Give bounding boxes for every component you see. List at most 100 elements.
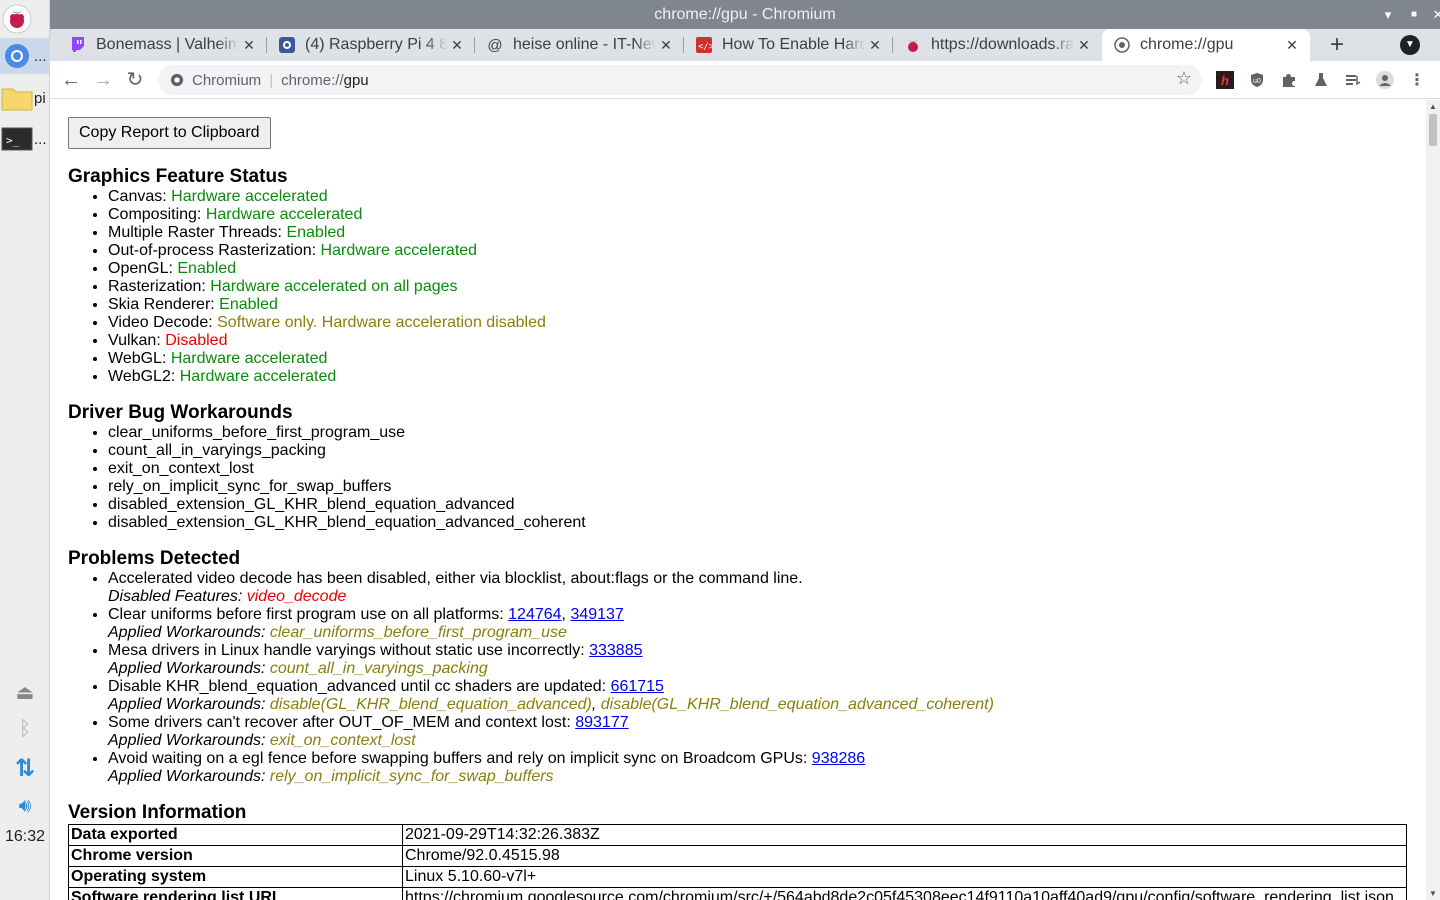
bug-link[interactable]: 333885	[589, 642, 642, 659]
minimize-button[interactable]: ▾	[1376, 0, 1400, 29]
tab-heise[interactable]: @ heise online - IT-News ✕	[475, 29, 684, 61]
problem-sub-value: video_decode	[246, 588, 347, 605]
svg-text:u0: u0	[1253, 78, 1261, 85]
problem-sub-value: rely_on_implicit_sync_for_swap_buffers	[269, 768, 554, 785]
taskbar: ... pi >_ ... ⏏ ᛒ ⇅ 🔊︎ 16:32	[0, 0, 50, 900]
globe-icon	[1114, 37, 1130, 53]
bluetooth-icon[interactable]: ᛒ	[0, 713, 50, 745]
code-icon: </>	[696, 37, 712, 53]
eject-icon[interactable]: ⏏	[0, 676, 50, 708]
taskbar-item-file-manager[interactable]: pi	[0, 80, 50, 116]
forward-icon[interactable]: →	[88, 65, 118, 95]
tab-close-icon[interactable]: ✕	[865, 37, 885, 54]
clock[interactable]: 16:32	[0, 828, 50, 846]
problem-item: Avoid waiting on a egl fence before swap…	[108, 750, 994, 786]
feature-value: Hardware accelerated	[179, 368, 337, 385]
problem-text: Mesa drivers in Linux handle varyings wi…	[108, 642, 590, 659]
scroll-up-icon[interactable]: ▲	[1426, 102, 1440, 111]
feature-value: Enabled	[177, 260, 237, 277]
window-titlebar[interactable]: chrome://gpu - Chromium ▾ ■ ✕	[50, 0, 1440, 29]
tab-how-to-enable[interactable]: </> How To Enable Hardware ✕	[684, 29, 893, 61]
tab-title: (4) Raspberry Pi 4 8GB	[305, 36, 447, 53]
problem-text: Accelerated video decode has been disabl…	[108, 570, 803, 587]
page-scrollbar[interactable]: ▲ ▼	[1426, 100, 1440, 900]
bug-link[interactable]: 938286	[812, 750, 865, 767]
taskbar-item-label: ...	[34, 47, 47, 65]
tab-close-icon[interactable]: ✕	[656, 37, 676, 54]
taskbar-item-label: ...	[34, 130, 47, 148]
feature-label: Out-of-process Rasterization:	[108, 242, 321, 259]
media-queue-icon[interactable]	[1344, 71, 1362, 89]
tab-chrome-gpu[interactable]: chrome://gpu ✕	[1102, 29, 1310, 61]
reload-icon[interactable]: ↻	[120, 65, 150, 95]
twitch-icon	[70, 37, 86, 53]
raspberry-menu-button[interactable]	[0, 1, 50, 37]
tab-bonemass[interactable]: Bonemass | Valheim Wiki ✕	[58, 29, 267, 61]
browser-toolbar: ← → ↻ Chromium | chrome://gpu ☆ h u0 ⋮	[50, 61, 1440, 99]
version-row: Operating system Linux 5.10.60-v7l+	[68, 866, 1407, 888]
profile-avatar-icon[interactable]	[1376, 71, 1394, 89]
workarounds-list: clear_uniforms_before_first_program_usec…	[108, 424, 586, 532]
maximize-button[interactable]: ■	[1402, 0, 1426, 29]
version-key: Software rendering list URL	[68, 887, 403, 900]
feature-status-item: WebGL: Hardware accelerated	[108, 350, 546, 368]
taskbar-item-terminal[interactable]: >_ ...	[0, 121, 50, 157]
tab-close-icon[interactable]: ✕	[1282, 37, 1302, 54]
bug-link[interactable]: 124764	[508, 606, 561, 623]
back-icon[interactable]: ←	[56, 65, 86, 95]
new-tab-button[interactable]: +	[1322, 29, 1352, 61]
bookmark-star-icon[interactable]: ☆	[1176, 68, 1192, 89]
feature-value: Hardware accelerated	[171, 188, 328, 205]
problem-item: Accelerated video decode has been disabl…	[108, 570, 994, 606]
tab-close-icon[interactable]: ✕	[1074, 37, 1094, 54]
taskbar-item-chromium[interactable]: ...	[0, 38, 50, 74]
feature-status-item: Canvas: Hardware accelerated	[108, 188, 546, 206]
problem-sub-label: Applied Workarounds:	[108, 696, 270, 713]
problem-text: Some drivers can't recover after OUT_OF_…	[108, 714, 576, 731]
feature-label: Rasterization:	[108, 278, 211, 295]
svg-text:>_: >_	[6, 134, 20, 147]
copy-report-button[interactable]: Copy Report to Clipboard	[68, 117, 271, 149]
omnibox-host: gpu	[343, 71, 369, 89]
feature-label: Vulkan:	[108, 332, 166, 349]
bug-link[interactable]: 661715	[611, 678, 664, 695]
volume-icon[interactable]: 🔊︎	[0, 790, 50, 822]
browser-window: chrome://gpu - Chromium ▾ ■ ✕ Bonemass |…	[50, 0, 1440, 900]
extensions-puzzle-icon[interactable]	[1280, 71, 1298, 89]
scroll-down-icon[interactable]: ▼	[1426, 889, 1440, 898]
menu-dots-icon[interactable]: ⋮	[1408, 71, 1426, 89]
tab-raspberry-pi[interactable]: (4) Raspberry Pi 4 8GB ✕	[267, 29, 475, 61]
labs-flask-icon[interactable]	[1312, 71, 1330, 89]
tab-title: https://downloads.raspberrypi.org	[931, 36, 1074, 53]
address-bar[interactable]: Chromium | chrome://gpu ☆	[158, 65, 1202, 95]
ublock-shield-icon[interactable]: u0	[1248, 71, 1266, 89]
feature-value: Software only. Hardware acceleration dis…	[217, 314, 546, 331]
bug-link[interactable]: 893177	[575, 714, 628, 731]
version-value: Chrome/92.0.4515.98	[402, 845, 1407, 867]
tab-close-icon[interactable]: ✕	[447, 37, 467, 54]
problem-subline: Disabled Features: video_decode	[108, 588, 346, 605]
at-icon: @	[487, 36, 503, 54]
version-value: https://chromium.googlesource.com/chromi…	[402, 887, 1407, 900]
tab-close-icon[interactable]: ✕	[239, 37, 259, 54]
bug-link[interactable]: 349137	[570, 606, 623, 623]
chromium-chip-icon	[170, 73, 184, 87]
workarounds-heading: Driver Bug Workarounds	[68, 402, 293, 423]
version-value: Linux 5.10.60-v7l+	[402, 866, 1407, 888]
scrollbar-thumb[interactable]	[1429, 114, 1437, 146]
problem-sub-value: disable(GL_KHR_blend_equation_advanced)	[269, 696, 592, 713]
network-icon[interactable]: ⇅	[0, 752, 50, 784]
omnibox-divider: |	[269, 71, 274, 89]
omnibox-chip: Chromium	[192, 71, 262, 89]
tab-search-icon[interactable]: ▼	[1400, 35, 1420, 55]
extension-h-icon[interactable]: h	[1216, 71, 1234, 89]
feature-value: Enabled	[219, 296, 278, 313]
close-window-button[interactable]: ✕	[1426, 0, 1440, 29]
workaround-item: clear_uniforms_before_first_program_use	[108, 424, 586, 442]
feature-status-item: Video Decode: Software only. Hardware ac…	[108, 314, 546, 332]
feature-value: Enabled	[286, 224, 346, 241]
tab-downloads[interactable]: https://downloads.raspberrypi.org ✕	[893, 29, 1102, 61]
problem-sub-label: Applied Workarounds:	[108, 624, 270, 641]
feature-status-item: WebGL2: Hardware accelerated	[108, 368, 546, 386]
workaround-item: disabled_extension_GL_KHR_blend_equation…	[108, 514, 586, 532]
